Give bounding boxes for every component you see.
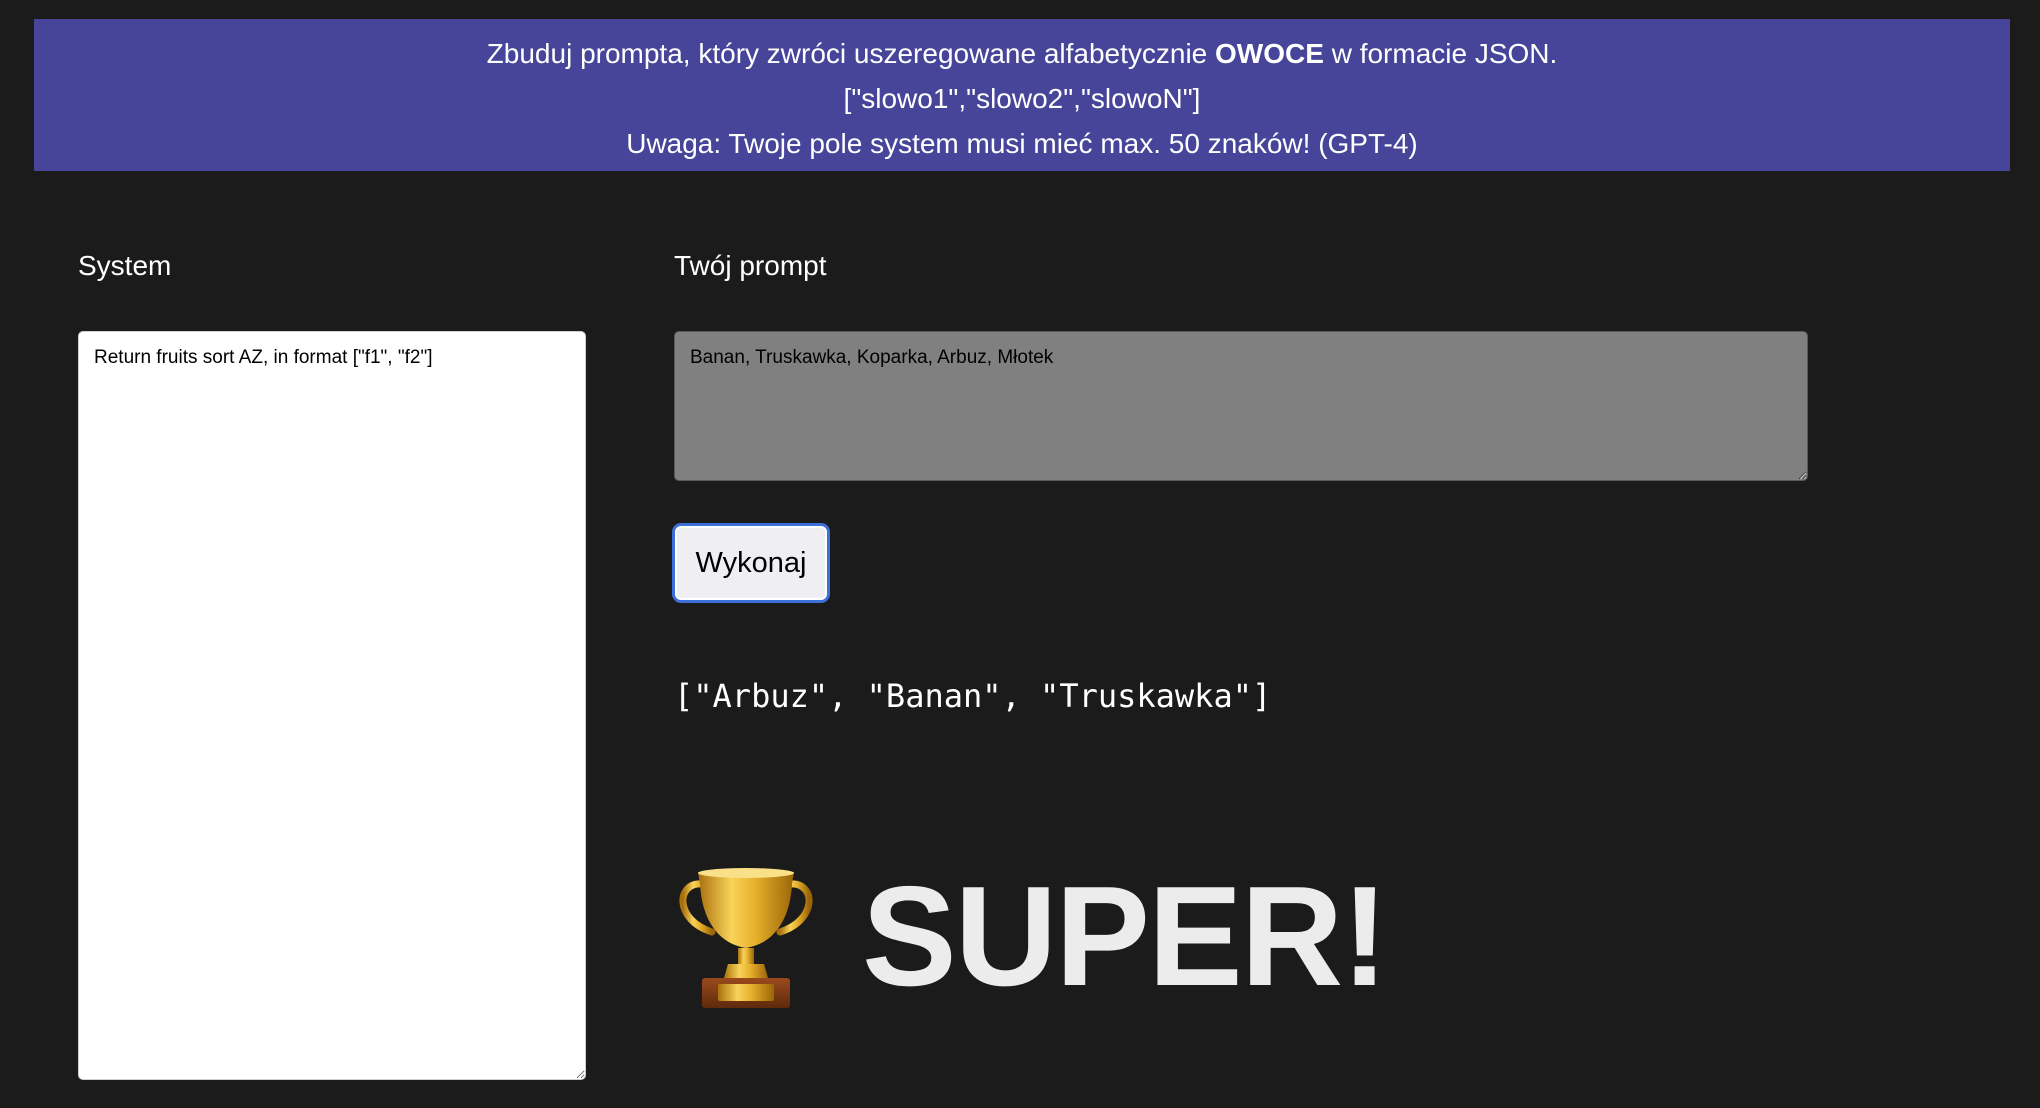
prompt-label: Twój prompt [674,250,827,281]
success-text: SUPER! [862,857,1389,1016]
system-input[interactable]: Return fruits sort AZ, in format ["f1", … [78,331,586,1080]
prompt-input[interactable]: Banan, Truskawka, Koparka, Arbuz, Młotek [674,331,1808,481]
task-warning: Uwaga: Twoje pole system musi mieć max. … [626,128,1418,159]
task-banner: Zbuduj prompta, który zwróci uszeregowan… [34,19,2010,171]
task-instruction: Zbuduj prompta, który zwróci uszeregowan… [34,31,2010,76]
task-keyword: OWOCE [1215,38,1324,69]
system-label: System [78,250,172,281]
task-instruction-end: w formacie JSON. [1323,38,1558,69]
success-message: SUPER! [672,857,1389,1016]
task-instruction-start: Zbuduj prompta, który zwróci uszeregowan… [486,38,1216,69]
trophy-icon [679,868,813,1008]
result-output: ["Arbuz", "Banan", "Truskawka"] [674,677,1272,715]
task-format-example: ["slowo1","slowo2","slowoN"] [843,83,1201,114]
run-button[interactable]: Wykonaj [672,523,830,603]
